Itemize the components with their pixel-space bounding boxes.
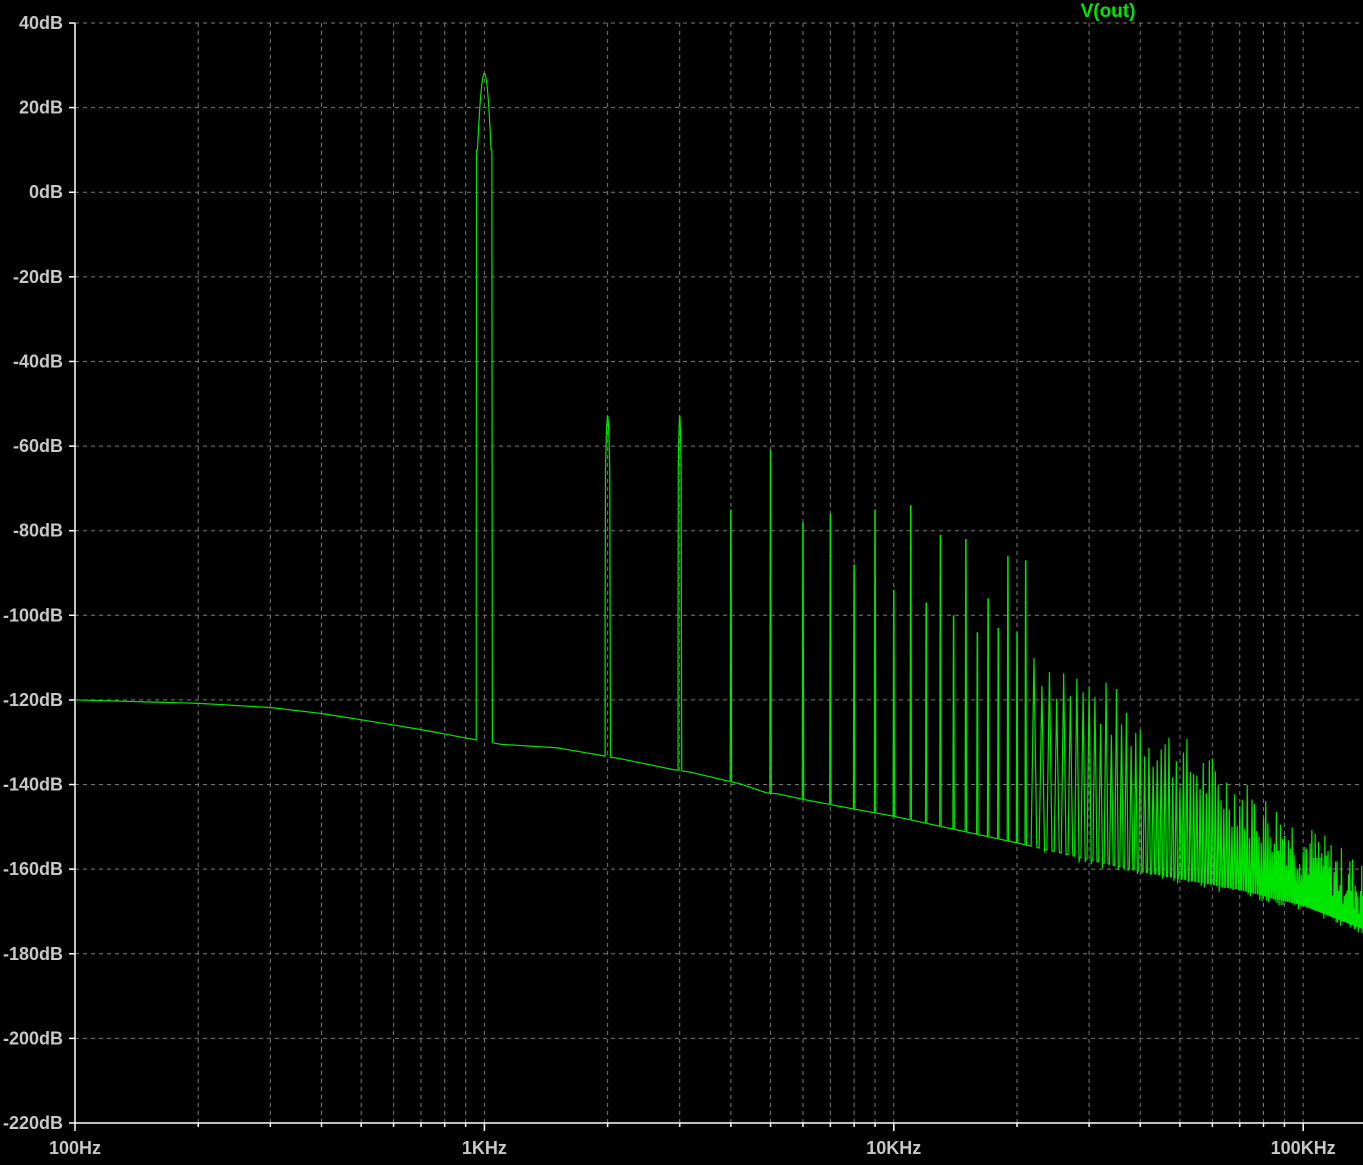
harmonic-peak-point [976,673,979,676]
harmonic-peak-point [801,563,804,566]
y-tick-label: -220dB [3,1113,63,1133]
spectrum-plot: 40dB 20dB 0dB -20dB -40dB -60dB -80dB -100dB -12… [0,0,1363,1165]
harmonic-peak-point [987,639,990,642]
y-tick-label: -140dB [3,775,63,795]
harmonic-peak-point [1006,597,1009,600]
harmonic-peak-point [964,580,967,583]
harmonic-peak-point [925,643,928,646]
x-tick-label: 100Hz [49,1138,101,1158]
y-tick-label: -100dB [3,605,63,625]
harmonic-peak-point [1016,673,1019,676]
harmonic-peak-point [909,546,912,549]
x-tick-label: 100KHz [1271,1138,1336,1158]
harmonic-peak-point [892,631,895,634]
harmonic-peak-point [939,576,942,579]
harmonic-peak-point [1024,601,1027,604]
legend-v-out[interactable]: V(out) [1081,1,1136,22]
y-tick-label: 20dB [19,98,63,118]
y-tick-label: -200dB [3,1028,63,1048]
y-tick-label: -80dB [13,521,63,541]
y-tick-label: -180dB [3,944,63,964]
harmonic-peak-point [678,415,681,418]
harmonic-peak-point [483,72,486,75]
harmonic-peak-point [829,555,832,558]
harmonic-peak-point [853,605,856,608]
y-tick-label: -20dB [13,267,63,287]
harmonic-peak-point [997,669,1000,672]
harmonic-peak-point [874,550,877,553]
y-tick-label: 40dB [19,13,63,33]
harmonic-peak-point [769,491,772,494]
x-tick-label: 1KHz [462,1138,507,1158]
y-tick-label: 0dB [29,182,63,202]
y-tick-label: -160dB [3,859,63,879]
y-tick-label: -40dB [13,351,63,371]
harmonic-peak-point [606,415,609,418]
y-tick-label: -120dB [3,690,63,710]
harmonic-peak-point [729,550,732,553]
y-tick-label: -60dB [13,436,63,456]
x-tick-label: 10KHz [866,1138,921,1158]
harmonic-peak-point [952,656,955,659]
